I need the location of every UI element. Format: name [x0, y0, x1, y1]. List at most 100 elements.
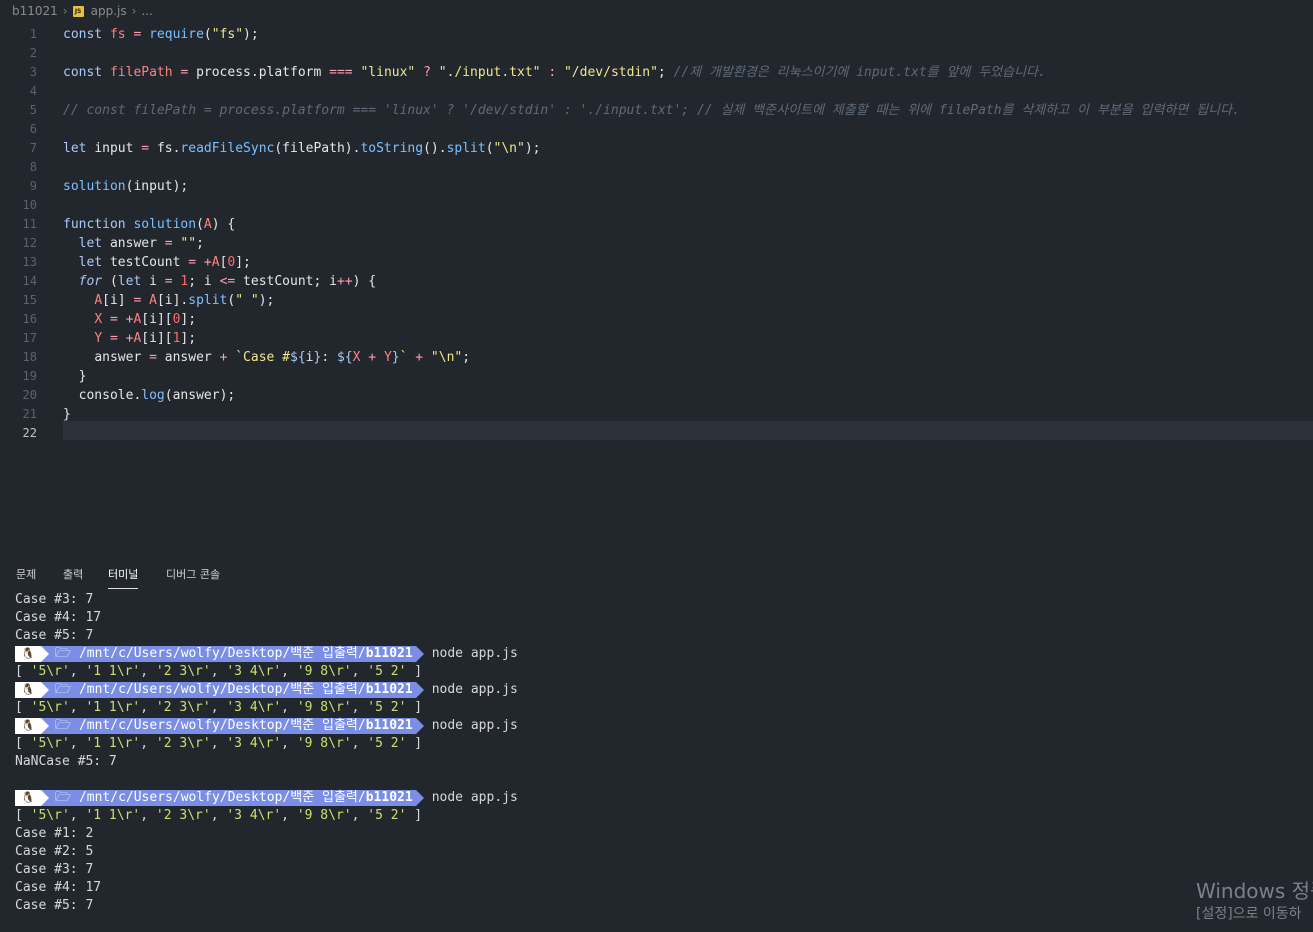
prompt-separator-icon [41, 682, 49, 698]
terminal-prompt: 🐧 🗁 /mnt/c/Users/wolfy/Desktop/백준 입출력/b11… [15, 717, 518, 735]
terminal-prompt: 🐧 🗁 /mnt/c/Users/wolfy/Desktop/백준 입출력/b11… [15, 789, 518, 807]
code-text[interactable]: // const filePath = process.platform ===… [63, 101, 1240, 120]
code-text[interactable]: A[i] = A[i].split(" "); [63, 291, 274, 310]
linux-penguin-icon: 🐧 [15, 718, 41, 734]
code-line[interactable]: 20 console.log(answer); [0, 386, 1313, 405]
code-line[interactable]: 12 let answer = ""; [0, 234, 1313, 253]
tab-output[interactable]: 출력 [63, 566, 83, 588]
line-number: 7 [29, 141, 37, 155]
prompt-path: 🗁 /mnt/c/Users/wolfy/Desktop/백준 입출력/b110… [49, 646, 416, 662]
line-number: 14 [22, 274, 37, 288]
code-line[interactable]: 15 A[i] = A[i].split(" "); [0, 291, 1313, 310]
code-line[interactable]: 7 let input = fs.readFileSync(filePath).t… [0, 139, 1313, 158]
breadcrumb-more[interactable]: ... [141, 4, 152, 18]
prompt-path: 🗁 /mnt/c/Users/wolfy/Desktop/백준 입출력/b110… [49, 682, 416, 698]
terminal-output-line: Case #3: 7 [15, 592, 94, 607]
watermark-line-2: [설정]으로 이동하 [1196, 906, 1302, 922]
terminal-output-line: NaNCase #5: 7 [15, 754, 117, 769]
code-text[interactable]: function solution(A) { [63, 215, 235, 234]
code-text[interactable]: } [63, 367, 87, 386]
code-line[interactable]: 3 const filePath = process.platform === "… [0, 63, 1313, 82]
code-line[interactable]: 11 function solution(A) { [0, 215, 1313, 234]
code-text[interactable]: console.log(answer); [63, 386, 236, 405]
line-number: 18 [22, 350, 37, 364]
terminal-array-output: [ '5\r', '1 1\r', '2 3\r', '3 4\r', '9 8… [15, 736, 423, 751]
code-text[interactable]: Y = +A[i][1]; [63, 329, 196, 348]
tab-debug-console[interactable]: 디버그 콘솔 [166, 566, 220, 588]
code-text[interactable]: let input = fs.readFileSync(filePath).to… [63, 139, 541, 158]
line-number: 21 [22, 407, 37, 421]
code-text[interactable]: X = +A[i][0]; [63, 310, 196, 329]
terminal-output-line: Case #1: 2 [15, 826, 94, 841]
terminal-output-line: Case #2: 5 [15, 844, 94, 859]
code-line[interactable]: 19 } [0, 367, 1313, 386]
terminal-command: node app.js [431, 646, 518, 661]
terminal-output-line: Case #5: 7 [15, 898, 94, 913]
terminal-prompt: 🐧 🗁 /mnt/c/Users/wolfy/Desktop/백준 입출력/b11… [15, 645, 518, 663]
terminal-command: node app.js [431, 682, 518, 697]
line-number: 17 [22, 331, 37, 345]
prompt-separator-icon [415, 682, 424, 698]
code-line[interactable]: 18 answer = answer + `Case #${i}: ${X + … [0, 348, 1313, 367]
code-line[interactable]: 17 Y = +A[i][1]; [0, 329, 1313, 348]
tab-terminal[interactable]: 터미널 [108, 566, 139, 589]
breadcrumb-file[interactable]: app.js [91, 4, 127, 18]
code-line[interactable]: 13 let testCount = +A[0]; [0, 253, 1313, 272]
code-text[interactable]: let testCount = +A[0]; [63, 253, 251, 272]
prompt-separator-icon [415, 718, 424, 734]
code-line[interactable]: 14 for (let i = 1; i <= testCount; i++) … [0, 272, 1313, 291]
prompt-separator-icon [41, 718, 49, 734]
code-line[interactable]: 8 [0, 158, 1313, 177]
code-line[interactable]: 21} [0, 405, 1313, 424]
terminal-array-output: [ '5\r', '1 1\r', '2 3\r', '3 4\r', '9 8… [15, 808, 423, 823]
code-text[interactable]: let answer = ""; [63, 234, 204, 253]
terminal-array-output: [ '5\r', '1 1\r', '2 3\r', '3 4\r', '9 8… [15, 664, 423, 679]
terminal-array-output: [ '5\r', '1 1\r', '2 3\r', '3 4\r', '9 8… [15, 700, 423, 715]
line-number: 1 [29, 27, 37, 41]
prompt-separator-icon [415, 646, 424, 662]
terminal-output-line: Case #4: 17 [15, 610, 102, 625]
line-number: 6 [29, 122, 37, 136]
linux-penguin-icon: 🐧 [15, 682, 41, 698]
line-number: 5 [29, 103, 37, 117]
breadcrumb: b11021 › JS app.js › ... [0, 0, 1313, 22]
breadcrumb-folder[interactable]: b11021 [12, 4, 58, 18]
line-number: 16 [22, 312, 37, 326]
terminal-command: node app.js [431, 718, 518, 733]
line-number: 4 [29, 84, 37, 98]
code-line[interactable]: 16 X = +A[i][0]; [0, 310, 1313, 329]
linux-penguin-icon: 🐧 [15, 646, 41, 662]
code-text[interactable]: const fs = require("fs"); [63, 25, 259, 44]
panel-tabs: 문제 출력 터미널 디버그 콘솔 [0, 562, 1313, 590]
line-number: 12 [22, 236, 37, 250]
terminal[interactable]: Case #3: 7 Case #4: 17 Case #5: 7 🐧 🗁 /mnt/c… [0, 590, 1313, 932]
prompt-path: 🗁 /mnt/c/Users/wolfy/Desktop/백준 입출력/b110… [49, 790, 416, 806]
code-line[interactable]: 5 // const filePath = process.platform ==… [0, 101, 1313, 120]
code-text[interactable]: } [63, 405, 71, 424]
code-line[interactable]: 22 [0, 424, 1313, 443]
code-line[interactable]: 1 const fs = require("fs"); [0, 25, 1313, 44]
line-number: 2 [29, 46, 37, 60]
line-number: 8 [29, 160, 37, 174]
line-number: 3 [29, 65, 37, 79]
code-text[interactable]: answer = answer + `Case #${i}: ${X + Y}`… [63, 348, 470, 367]
chevron-right-icon: › [131, 4, 137, 18]
code-line[interactable]: 4 [0, 82, 1313, 101]
code-text[interactable]: for (let i = 1; i <= testCount; i++) { [63, 272, 376, 291]
prompt-separator-icon [415, 790, 424, 806]
tab-problems[interactable]: 문제 [16, 566, 36, 588]
line-number: 20 [22, 388, 37, 402]
code-text[interactable]: const filePath = process.platform === "l… [63, 63, 1046, 82]
terminal-output-line: Case #5: 7 [15, 628, 94, 643]
js-file-icon: JS [72, 5, 84, 17]
watermark-line-1: Windows 정품 [1196, 879, 1313, 903]
terminal-output-line: Case #3: 7 [15, 862, 94, 877]
line-number: 19 [22, 369, 37, 383]
code-line[interactable]: 9 solution(input); [0, 177, 1313, 196]
line-number: 15 [22, 293, 37, 307]
code-editor[interactable]: 1 const fs = require("fs"); 2 3 const filePa… [0, 22, 1313, 562]
code-line[interactable]: 10 [0, 196, 1313, 215]
code-line[interactable]: 2 [0, 44, 1313, 63]
code-line[interactable]: 6 [0, 120, 1313, 139]
code-text[interactable]: solution(input); [63, 177, 188, 196]
